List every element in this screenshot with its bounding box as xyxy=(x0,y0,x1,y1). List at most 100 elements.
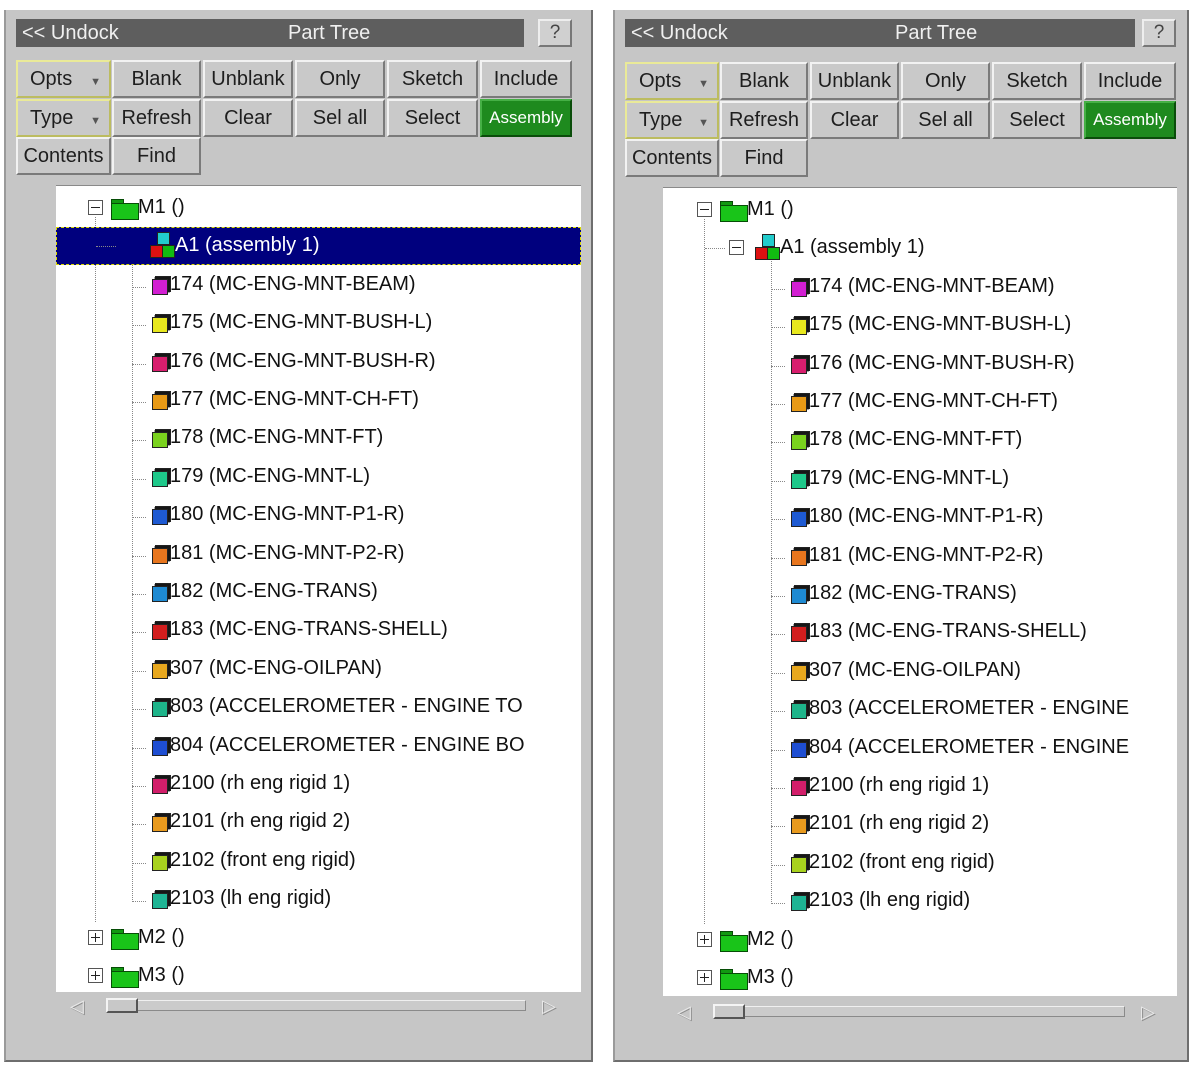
blank-button[interactable]: Blank xyxy=(112,60,201,98)
only-button[interactable]: Only xyxy=(295,60,385,98)
expand-icon[interactable] xyxy=(697,931,712,947)
part-tree-view[interactable]: M1 () A1 (assembly 1) 174 (MC-ENG-MNT-BEAM… xyxy=(56,185,581,992)
horizontal-scrollbar[interactable]: ◁ ▷ xyxy=(663,1002,1177,1022)
title-bar: << Undock Part Tree xyxy=(16,19,524,47)
tree-node-part[interactable]: 307 (MC-ENG-OILPAN) xyxy=(56,650,581,688)
scroll-thumb[interactable] xyxy=(106,998,138,1013)
tree-node-part[interactable]: 178 (MC-ENG-MNT-FT) xyxy=(663,421,1177,459)
tree-node-model[interactable]: M3 () xyxy=(56,957,581,992)
collapse-icon[interactable] xyxy=(697,202,712,217)
find-button[interactable]: Find xyxy=(112,137,201,175)
only-button[interactable]: Only xyxy=(901,62,990,100)
sketch-button[interactable]: Sketch xyxy=(387,60,478,98)
tree-node-part[interactable]: 804 (ACCELEROMETER - ENGINE BO xyxy=(56,727,581,765)
collapse-icon[interactable] xyxy=(88,200,103,215)
tree-node-part[interactable]: 2100 (rh eng rigid 1) xyxy=(663,767,1177,805)
tree-node-assembly[interactable]: A1 (assembly 1) xyxy=(56,227,581,266)
tree-node-part[interactable]: 176 (MC-ENG-MNT-BUSH-R) xyxy=(56,343,581,381)
tree-node-part[interactable]: 803 (ACCELEROMETER - ENGINE xyxy=(663,690,1177,728)
tree-node-part[interactable]: 183 (MC-ENG-TRANS-SHELL) xyxy=(56,611,581,649)
undock-button[interactable]: << Undock xyxy=(22,19,119,47)
tree-node-part[interactable]: 2101 (rh eng rigid 2) xyxy=(663,805,1177,843)
sel-all-button[interactable]: Sel all xyxy=(901,101,990,139)
include-button[interactable]: Include xyxy=(1084,62,1176,100)
find-button[interactable]: Find xyxy=(720,139,808,177)
tree-node-part[interactable]: 2102 (front eng rigid) xyxy=(663,844,1177,882)
clear-button[interactable]: Clear xyxy=(203,99,293,137)
select-button[interactable]: Select xyxy=(992,101,1082,139)
tree-node-part[interactable]: 174 (MC-ENG-MNT-BEAM) xyxy=(663,268,1177,306)
tree-node-model[interactable]: M2 () xyxy=(56,919,581,957)
unblank-button[interactable]: Unblank xyxy=(810,62,899,100)
help-button[interactable]: ? xyxy=(538,19,572,47)
tree-node-part[interactable]: 180 (MC-ENG-MNT-P1-R) xyxy=(56,496,581,534)
part-tree-view[interactable]: M1 () A1 (assembly 1) 174 (MC-ENG-MNT-BEAM… xyxy=(663,187,1177,996)
tree-node-label: 179 (MC-ENG-MNT-L) xyxy=(170,464,371,487)
tree-node-assembly[interactable]: A1 (assembly 1) xyxy=(663,229,1177,267)
opts-dropdown[interactable]: Opts ▼ xyxy=(16,60,111,98)
sketch-button[interactable]: Sketch xyxy=(992,62,1082,100)
tree-node-part[interactable]: 181 (MC-ENG-MNT-P2-R) xyxy=(663,537,1177,575)
tree-node-part[interactable]: 804 (ACCELEROMETER - ENGINE xyxy=(663,729,1177,767)
tree-node-part[interactable]: 178 (MC-ENG-MNT-FT) xyxy=(56,419,581,457)
type-dropdown[interactable]: Type ▼ xyxy=(625,101,719,139)
expand-icon[interactable] xyxy=(88,968,103,983)
part-cube-icon xyxy=(791,319,807,336)
scroll-left-icon[interactable]: ◁ xyxy=(677,1002,691,1022)
tree-node-part[interactable]: 180 (MC-ENG-MNT-P1-R) xyxy=(663,498,1177,536)
refresh-button[interactable]: Refresh xyxy=(720,101,808,139)
horizontal-scrollbar[interactable]: ◁ ▷ xyxy=(56,996,581,1016)
folder-icon xyxy=(111,928,139,950)
refresh-button[interactable]: Refresh xyxy=(112,99,201,137)
tree-node-part[interactable]: 182 (MC-ENG-TRANS) xyxy=(663,575,1177,613)
scroll-left-icon[interactable]: ◁ xyxy=(70,996,84,1016)
expand-icon[interactable] xyxy=(88,929,103,945)
opts-dropdown[interactable]: Opts ▼ xyxy=(625,62,719,100)
contents-button[interactable]: Contents xyxy=(625,139,719,177)
tree-node-part[interactable]: 177 (MC-ENG-MNT-CH-FT) xyxy=(56,381,581,419)
tree-node-part[interactable]: 2103 (lh eng rigid) xyxy=(56,880,581,918)
type-dropdown[interactable]: Type ▼ xyxy=(16,99,111,137)
include-button[interactable]: Include xyxy=(480,60,572,98)
scroll-right-icon[interactable]: ▷ xyxy=(542,996,556,1016)
tree-node-part[interactable]: 177 (MC-ENG-MNT-CH-FT) xyxy=(663,383,1177,421)
tree-node-part[interactable]: 176 (MC-ENG-MNT-BUSH-R) xyxy=(663,345,1177,383)
tree-node-part[interactable]: 307 (MC-ENG-OILPAN) xyxy=(663,652,1177,690)
tree-guide-line xyxy=(771,365,785,367)
expand-icon[interactable] xyxy=(697,970,712,985)
undock-button[interactable]: << Undock xyxy=(631,19,728,47)
part-cube-icon xyxy=(791,588,807,604)
scroll-right-icon[interactable]: ▷ xyxy=(1141,1002,1155,1022)
help-button[interactable]: ? xyxy=(1142,19,1176,47)
tree-node-part[interactable]: 183 (MC-ENG-TRANS-SHELL) xyxy=(663,613,1177,651)
tree-node-part[interactable]: 2102 (front eng rigid) xyxy=(56,842,581,880)
assembly-button[interactable]: Assembly xyxy=(1084,101,1176,139)
tree-node-part[interactable]: 179 (MC-ENG-MNT-L) xyxy=(663,460,1177,498)
tree-guide-line xyxy=(771,634,785,636)
tree-node-part[interactable]: 175 (MC-ENG-MNT-BUSH-L) xyxy=(56,304,581,342)
tree-node-part[interactable]: 2100 (rh eng rigid 1) xyxy=(56,765,581,803)
tree-node-part[interactable]: 181 (MC-ENG-MNT-P2-R) xyxy=(56,535,581,573)
select-button[interactable]: Select xyxy=(387,99,478,137)
scroll-track[interactable] xyxy=(106,1000,526,1011)
scroll-thumb[interactable] xyxy=(713,1004,745,1019)
tree-node-part[interactable]: 2101 (rh eng rigid 2) xyxy=(56,803,581,841)
tree-node-part[interactable]: 182 (MC-ENG-TRANS) xyxy=(56,573,581,611)
sel-all-button[interactable]: Sel all xyxy=(295,99,385,137)
tree-node-part[interactable]: 174 (MC-ENG-MNT-BEAM) xyxy=(56,266,581,304)
tree-node-part[interactable]: 175 (MC-ENG-MNT-BUSH-L) xyxy=(663,306,1177,344)
tree-node-part[interactable]: 803 (ACCELEROMETER - ENGINE TO xyxy=(56,688,581,726)
clear-button[interactable]: Clear xyxy=(810,101,899,139)
tree-node-model[interactable]: M2 () xyxy=(663,921,1177,959)
tree-node-part[interactable]: 179 (MC-ENG-MNT-L) xyxy=(56,458,581,496)
tree-node-model[interactable]: M1 () xyxy=(663,191,1177,229)
unblank-button[interactable]: Unblank xyxy=(203,60,293,98)
tree-node-part[interactable]: 2103 (lh eng rigid) xyxy=(663,882,1177,920)
tree-node-model[interactable]: M3 () xyxy=(663,959,1177,996)
blank-button[interactable]: Blank xyxy=(720,62,808,100)
assembly-button[interactable]: Assembly xyxy=(480,99,572,137)
collapse-icon[interactable] xyxy=(729,240,744,256)
contents-button[interactable]: Contents xyxy=(16,137,111,175)
scroll-track[interactable] xyxy=(713,1006,1125,1017)
tree-node-model[interactable]: M1 () xyxy=(56,189,581,227)
